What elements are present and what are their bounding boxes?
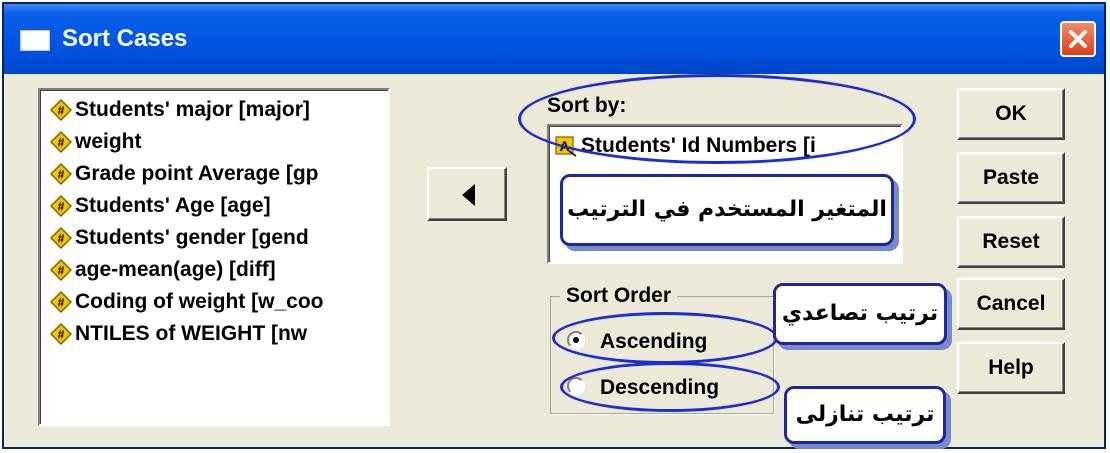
variable-list[interactable]: # Students' major [major] # weight # Grade … [38, 88, 390, 426]
svg-text:#: # [58, 104, 65, 118]
variable-label: Students' Age [age] [75, 194, 271, 217]
scale-variable-icon: # [50, 195, 72, 218]
sort-by-highlight-ring [518, 74, 916, 164]
svg-text:#: # [58, 200, 65, 214]
list-item[interactable]: # weight [50, 126, 142, 158]
list-item[interactable]: # Students' major [major] [50, 94, 310, 126]
svg-text:#: # [58, 264, 65, 278]
svg-text:#: # [58, 296, 65, 310]
list-item[interactable]: # Students' gender [gend [50, 222, 309, 254]
cancel-button[interactable]: Cancel [957, 278, 1065, 330]
list-item[interactable]: # Coding of weight [w_coo [50, 286, 323, 318]
move-variable-button[interactable] [427, 167, 507, 221]
scale-variable-icon: # [50, 163, 72, 186]
svg-text:#: # [58, 232, 65, 246]
sort-order-label: Sort Order [560, 282, 678, 310]
window-title: Sort Cases [62, 25, 188, 52]
variable-label: age-mean(age) [diff] [75, 258, 276, 281]
close-icon [1069, 30, 1087, 48]
ascending-callout: ترتيب تصاعدي [773, 283, 947, 345]
list-item[interactable]: # Students' Age [age] [50, 190, 271, 222]
list-item[interactable]: # NTILES of WEIGHT [nw [50, 318, 307, 350]
scale-variable-icon: # [50, 131, 72, 154]
variable-label: Students' gender [gend [75, 226, 309, 249]
scale-variable-icon: # [50, 259, 72, 282]
svg-text:#: # [58, 136, 65, 150]
svg-text:#: # [58, 168, 65, 182]
scale-variable-icon: # [50, 323, 72, 346]
variable-label: NTILES of WEIGHT [nw [75, 322, 308, 345]
svg-text:#: # [58, 328, 65, 342]
ascending-highlight-ring [552, 312, 778, 364]
scale-variable-icon: # [50, 227, 72, 250]
list-item[interactable]: # Grade point Average [gp [50, 158, 318, 190]
variable-label: Students' major [major] [75, 98, 310, 121]
list-item[interactable]: # age-mean(age) [diff] [50, 254, 276, 286]
sort-cases-dialog: Sort Cases # Students' major [major] # wei… [2, 2, 1106, 449]
variable-label: weight [75, 130, 142, 153]
paste-button[interactable]: Paste [957, 152, 1065, 204]
ok-button[interactable]: OK [957, 88, 1065, 140]
left-arrow-icon [462, 184, 475, 206]
help-button[interactable]: Help [957, 342, 1065, 394]
descending-callout: ترتيب تنازلى [784, 386, 946, 444]
sort-variable-callout: المتغير المستخدم في الترتيب [560, 174, 894, 246]
title-bar: Sort Cases [4, 4, 1104, 74]
variable-label: Coding of weight [w_coo [75, 290, 324, 313]
window-icon [20, 30, 50, 51]
reset-button[interactable]: Reset [957, 216, 1065, 268]
close-button[interactable] [1060, 21, 1096, 57]
scale-variable-icon: # [50, 99, 72, 122]
variable-label: Grade point Average [gp [75, 162, 319, 185]
scale-variable-icon: # [50, 291, 72, 314]
descending-highlight-ring [560, 362, 780, 412]
